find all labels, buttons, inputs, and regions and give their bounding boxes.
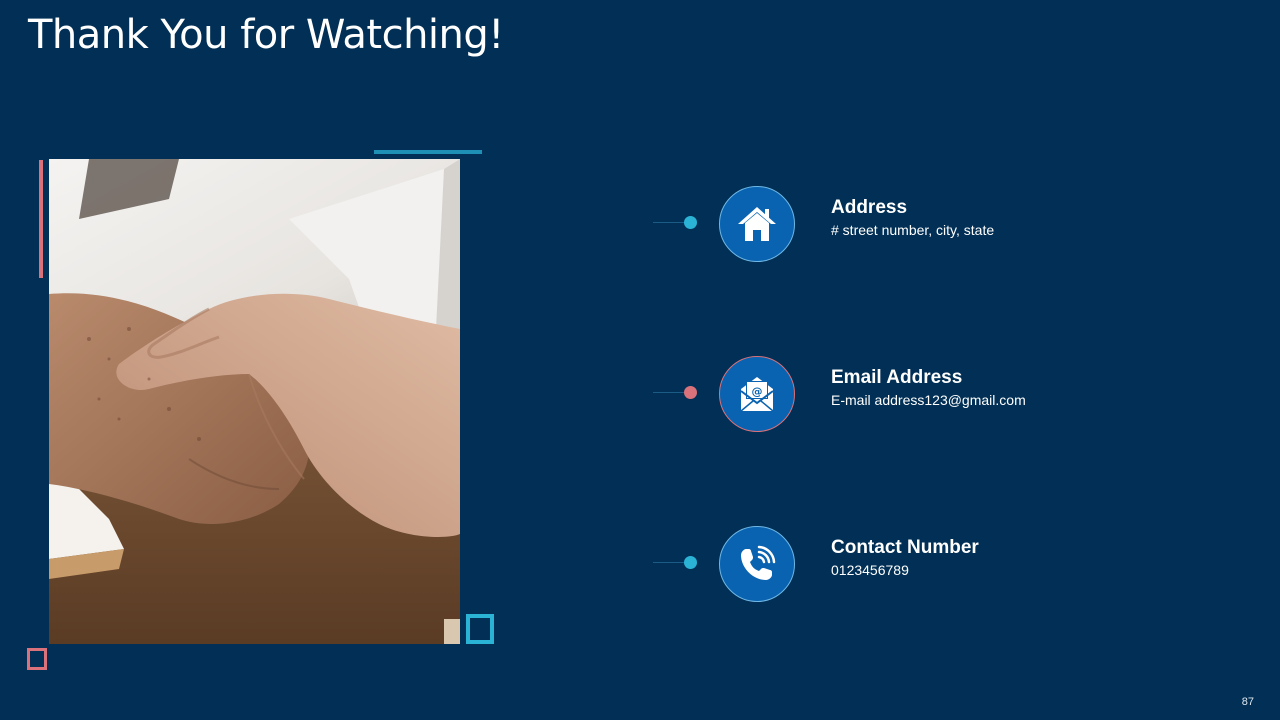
decorative-bar-top: [374, 150, 482, 154]
connector-dot: [684, 556, 697, 569]
decorative-square-pink: [27, 648, 47, 670]
page-number: 87: [1241, 696, 1254, 708]
contact-detail-phone: 0123456789: [831, 562, 909, 578]
contact-row-email: @ Email Address E-mail address123@gmail.…: [650, 354, 1250, 434]
svg-text:@: @: [752, 385, 763, 398]
connector-line: [653, 222, 685, 223]
email-icon: @: [719, 356, 795, 432]
home-icon: [719, 186, 795, 262]
connector-line: [653, 392, 685, 393]
contact-row-address: Address # street number, city, state: [650, 184, 1250, 264]
connector-dot: [684, 216, 697, 229]
decorative-bar-left: [39, 160, 43, 278]
contact-row-phone: Contact Number 0123456789: [650, 524, 1250, 604]
contact-heading-phone: Contact Number: [831, 537, 979, 558]
connector-line: [653, 562, 685, 563]
connector-dot: [684, 386, 697, 399]
slide-title: Thank You for Watching!: [28, 12, 504, 58]
contact-detail-address: # street number, city, state: [831, 222, 995, 238]
contact-heading-email: Email Address: [831, 367, 963, 388]
contact-detail-email: E-mail address123@gmail.com: [831, 392, 1026, 408]
handshake-photo: [49, 159, 460, 644]
decorative-square-blue: [466, 614, 494, 644]
phone-icon: [719, 526, 795, 602]
contact-heading-address: Address: [831, 197, 908, 218]
